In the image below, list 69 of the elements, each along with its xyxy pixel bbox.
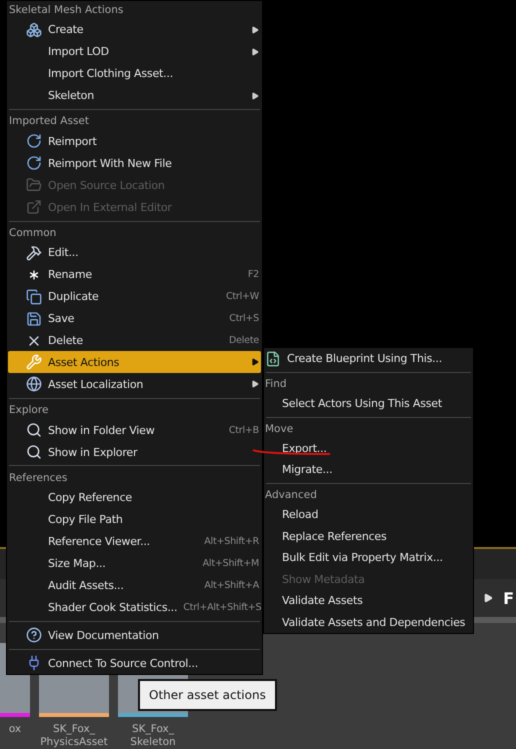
boxes-icon bbox=[26, 22, 42, 38]
expand-arrow-icon[interactable] bbox=[483, 593, 494, 604]
menu-item[interactable]: Reimport With New File bbox=[8, 152, 261, 174]
menu-item[interactable]: Copy File Path bbox=[8, 508, 261, 531]
menu-item[interactable]: Show in Folder View Ctrl+B bbox=[8, 419, 261, 442]
folder-icon bbox=[26, 177, 42, 194]
section-header: Find bbox=[264, 377, 288, 392]
save-icon bbox=[26, 310, 42, 327]
menu-item[interactable]: Create bbox=[8, 18, 261, 41]
menu-item[interactable]: Rename F2 bbox=[8, 264, 261, 286]
menu-item[interactable]: Asset Localization bbox=[8, 373, 261, 396]
menu-item[interactable]: Create Blueprint Using This... bbox=[265, 348, 472, 370]
blueprint-icon bbox=[265, 350, 281, 367]
wrench-icon bbox=[26, 354, 42, 370]
search-icon bbox=[26, 422, 42, 438]
asset-name: ox bbox=[8, 723, 22, 736]
shortcut-text: F2 bbox=[248, 269, 259, 280]
menu-item[interactable]: Copy Reference bbox=[8, 486, 261, 509]
shortcut-text: Alt+Shift+R bbox=[204, 536, 259, 548]
tooltip: Other asset actions bbox=[138, 679, 277, 711]
section-header: Imported Asset bbox=[8, 114, 90, 130]
copy-icon bbox=[26, 288, 42, 305]
menu-item[interactable]: Migrate... bbox=[265, 459, 472, 481]
menu-item[interactable]: Show in Explorer bbox=[8, 441, 261, 463]
section-header: References bbox=[8, 470, 68, 486]
menu-item[interactable]: Skeleton bbox=[8, 84, 261, 107]
menu-item[interactable]: Edit... bbox=[8, 242, 261, 264]
menu-item[interactable]: Save Ctrl+S bbox=[8, 308, 261, 330]
menu-item[interactable]: Delete Delete bbox=[8, 330, 261, 352]
menu-item[interactable]: Export... bbox=[265, 438, 472, 460]
menu-item[interactable]: Connect To Source Control... bbox=[8, 652, 261, 674]
shortcut-text: Alt+Shift+A bbox=[204, 580, 259, 591]
menu-item[interactable]: Bulk Edit via Property Matrix... bbox=[265, 547, 472, 569]
menu-item[interactable]: Import Clothing Asset... bbox=[8, 62, 261, 85]
shortcut-text: Ctrl+B bbox=[228, 424, 259, 436]
menu-item[interactable]: Validate Assets bbox=[265, 590, 472, 612]
refresh-icon bbox=[26, 155, 42, 172]
menu-item[interactable]: Reload bbox=[265, 504, 472, 526]
menu-item[interactable]: Select Actors Using This Asset bbox=[265, 392, 472, 414]
menu-item[interactable]: Import LOD bbox=[8, 40, 261, 63]
shortcut-text: Ctrl+S bbox=[229, 313, 259, 324]
section-header: Advanced bbox=[264, 488, 318, 504]
menu-item[interactable]: Reimport bbox=[8, 130, 261, 152]
section-header: Common bbox=[8, 226, 58, 241]
toolbar-label: F bbox=[503, 588, 514, 608]
menu-item[interactable]: Asset Actions bbox=[8, 351, 261, 374]
globe-icon bbox=[26, 376, 42, 392]
shortcut-text: Delete bbox=[228, 335, 259, 346]
refresh-icon bbox=[26, 133, 42, 150]
menu-item[interactable]: Size Map... Alt+Shift+M bbox=[8, 552, 261, 575]
menu-item[interactable]: View Documentation bbox=[8, 624, 261, 646]
menu-item[interactable]: Audit Assets... Alt+Shift+A bbox=[8, 574, 261, 596]
asset-name: SK_Fox_ Skeleton bbox=[130, 723, 176, 749]
menu-item[interactable]: Validate Assets and Dependencies bbox=[265, 611, 472, 633]
section-header: Move bbox=[264, 422, 294, 437]
search-icon bbox=[26, 444, 42, 460]
section-header: Skeletal Mesh Actions bbox=[8, 2, 124, 18]
menu-item[interactable]: Replace References bbox=[265, 526, 472, 548]
menu-item[interactable]: Shader Cook Statistics... Ctrl+Alt+Shift+S bbox=[8, 596, 261, 618]
menu-item[interactable]: Duplicate Ctrl+W bbox=[8, 286, 261, 308]
help-icon bbox=[26, 627, 42, 644]
shortcut-text: Ctrl+W bbox=[226, 291, 259, 302]
shortcut-text: Ctrl+Alt+Shift+S bbox=[183, 602, 262, 613]
hammer-icon bbox=[26, 244, 42, 261]
menu-item[interactable]: Reference Viewer... Alt+Shift+R bbox=[8, 530, 261, 553]
section-header: Explore bbox=[8, 403, 50, 418]
shortcut-text: Alt+Shift+M bbox=[202, 558, 259, 570]
external-link-icon bbox=[26, 199, 42, 216]
asset-name: SK_Fox_ PhysicsAsset bbox=[40, 723, 108, 749]
